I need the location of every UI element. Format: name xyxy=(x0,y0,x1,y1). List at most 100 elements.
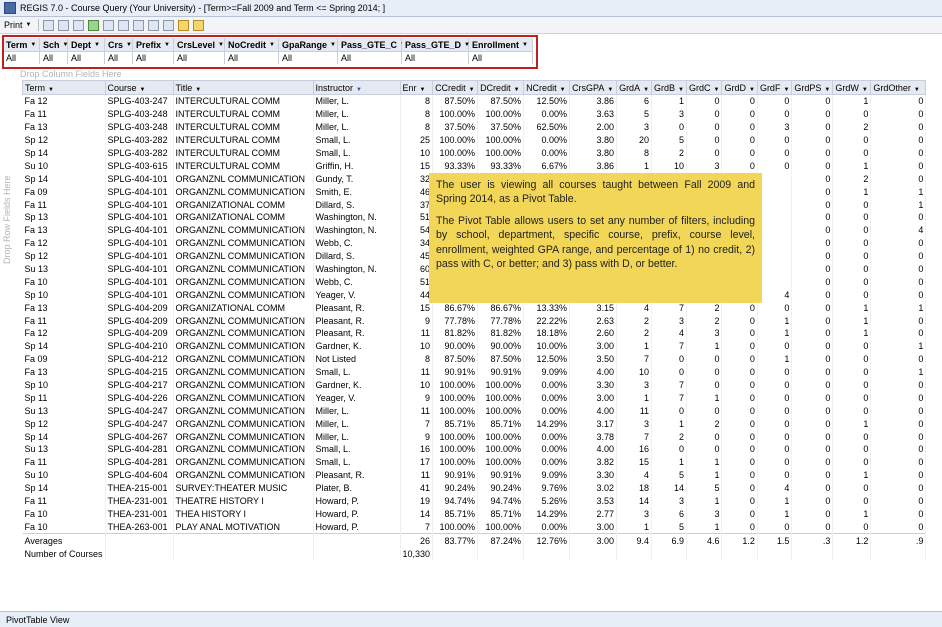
table-cell-grdother[interactable]: 0 xyxy=(870,520,927,534)
table-cell-grdf[interactable] xyxy=(757,249,793,263)
table-cell-instructor[interactable]: Webb, C. xyxy=(313,275,401,289)
table-cell-grda[interactable]: 5 xyxy=(616,107,653,121)
table-cell-grdother[interactable]: 4 xyxy=(870,223,927,237)
table-cell-grdd[interactable]: 0 xyxy=(721,301,758,315)
table-cell-instructor[interactable]: Gardner, K. xyxy=(313,378,401,392)
table-cell-grdf[interactable] xyxy=(757,547,793,561)
table-cell-course[interactable]: SPLG-404-209 xyxy=(105,314,174,328)
table-cell-title[interactable]: INTERCULTURAL COMM xyxy=(173,146,314,160)
table-cell-grdc[interactable]: 3 xyxy=(686,507,723,521)
chevron-down-icon[interactable]: ▼ xyxy=(607,87,613,93)
table-cell-grdps[interactable]: 0 xyxy=(791,133,834,147)
table-cell-grdc[interactable]: 2 xyxy=(686,417,723,431)
table-cell-grdw[interactable]: 0 xyxy=(832,107,872,121)
table-cell-enr[interactable]: 9 xyxy=(400,314,434,328)
table-cell-grdc[interactable]: 0 xyxy=(686,443,723,456)
table-cell-grdps[interactable]: 0 xyxy=(791,404,834,418)
table-cell-grda[interactable]: 3 xyxy=(616,378,653,392)
table-cell-grdps[interactable]: 0 xyxy=(791,443,834,456)
table-cell-crsgpa[interactable]: 2.77 xyxy=(569,507,618,521)
table-cell-term[interactable]: Fa 11 xyxy=(22,107,106,121)
table-cell-grdd[interactable]: 0 xyxy=(721,120,758,134)
table-cell-grda[interactable]: 3 xyxy=(616,417,653,431)
table-cell-enr[interactable]: 46 xyxy=(400,185,434,199)
table-cell-grdd[interactable]: 0 xyxy=(721,133,758,147)
chevron-down-icon[interactable]: ▼ xyxy=(678,87,684,93)
table-cell-grdf[interactable]: 0 xyxy=(757,430,793,444)
table-cell-grdother[interactable]: 0 xyxy=(870,443,927,456)
column-header-dcredit[interactable]: DCredit ▼ xyxy=(477,80,525,95)
table-cell-enr[interactable]: 9 xyxy=(400,391,434,405)
table-cell-ccredit[interactable]: 100.00% xyxy=(432,404,479,418)
table-cell-grdb[interactable]: 3 xyxy=(651,107,687,121)
table-row[interactable]: Fa 13 SPLG-404-209 ORGANIZATIONAL COMM Plea… xyxy=(22,301,927,315)
table-cell-grda[interactable]: 15 xyxy=(616,455,653,469)
table-cell-grdb[interactable]: 3 xyxy=(651,314,687,328)
table-row[interactable]: Fa 11 SPLG-404-209 ORGANZNL COMMUNICATION P… xyxy=(22,314,927,328)
table-cell-grdother[interactable]: 0 xyxy=(870,430,927,444)
table-cell-ncredit[interactable]: 0.00% xyxy=(523,378,571,392)
table-cell-grdother[interactable]: 0 xyxy=(870,172,927,186)
table-cell-grdother[interactable]: 0 xyxy=(870,262,927,276)
table-cell-grdd[interactable]: 0 xyxy=(721,314,758,328)
table-cell-term[interactable]: Fa 13 xyxy=(22,223,106,237)
table-cell-term[interactable]: Sp 12 xyxy=(22,417,106,431)
table-cell-title[interactable]: INTERCULTURAL COMM xyxy=(173,133,314,147)
chevron-down-icon[interactable]: ▼ xyxy=(914,87,920,93)
table-cell-grdb[interactable]: 1 xyxy=(651,455,687,469)
table-cell-title[interactable]: SURVEY:THEATER MUSIC xyxy=(173,481,314,495)
calculated-field-icon[interactable] xyxy=(133,19,145,31)
table-cell-grdf[interactable] xyxy=(757,211,793,224)
table-cell-course[interactable]: SPLG-403-615 xyxy=(105,159,174,173)
table-cell-crsgpa[interactable]: 3.00 xyxy=(569,339,618,353)
table-cell-term[interactable]: Su 13 xyxy=(22,262,106,276)
table-cell-grdw[interactable]: 0 xyxy=(832,249,872,263)
table-cell-grdps[interactable]: 0 xyxy=(791,249,834,263)
table-row[interactable]: Fa 12 SPLG-403-247 INTERCULTURAL COMM Mille… xyxy=(22,94,927,108)
table-row[interactable]: Su 13 SPLG-404-281 ORGANZNL COMMUNICATION S… xyxy=(22,443,927,456)
table-cell-grdother[interactable]: 0 xyxy=(870,159,927,173)
table-cell-term[interactable]: Fa 11 xyxy=(22,494,106,508)
table-cell-term[interactable]: Su 13 xyxy=(22,404,106,418)
table-cell-grdps[interactable]: 0 xyxy=(791,146,834,160)
table-cell-enr[interactable]: 9 xyxy=(400,430,434,444)
table-cell-grdps[interactable]: 0 xyxy=(791,455,834,469)
table-cell-grda[interactable]: 14 xyxy=(616,494,653,508)
table-cell-ncredit[interactable]: 5.26% xyxy=(523,494,571,508)
table-cell-term[interactable]: Fa 10 xyxy=(22,275,106,289)
table-cell-dcredit[interactable]: 100.00% xyxy=(477,430,525,444)
table-cell-instructor[interactable]: Small, L. xyxy=(313,365,401,379)
table-cell-course[interactable]: SPLG-404-101 xyxy=(105,185,174,199)
table-cell-dcredit[interactable]: 85.71% xyxy=(477,417,525,431)
table-cell-grdps[interactable]: 0 xyxy=(791,378,834,392)
table-cell-grdb[interactable]: 5 xyxy=(651,133,687,147)
table-cell-grdb[interactable]: 1 xyxy=(651,417,687,431)
table-cell-crsgpa[interactable]: 3.02 xyxy=(569,481,618,495)
table-cell-ccredit[interactable]: 100.00% xyxy=(432,455,479,469)
table-cell-grdf[interactable]: 0 xyxy=(757,443,793,456)
table-cell-grdother[interactable]: 0 xyxy=(870,327,927,340)
table-cell-enr[interactable]: 26 xyxy=(400,533,434,548)
table-cell-grdps[interactable]: 0 xyxy=(791,327,834,340)
table-cell-instructor[interactable]: Webb, C. xyxy=(313,236,401,250)
printer-icon[interactable] xyxy=(43,19,55,31)
table-row[interactable]: Sp 11 SPLG-404-226 ORGANZNL COMMUNICATION Y… xyxy=(22,391,927,405)
table-cell-title[interactable]: ORGANZNL COMMUNICATION xyxy=(173,249,314,263)
table-cell-enr[interactable]: 41 xyxy=(400,481,434,495)
table-cell-course[interactable]: SPLG-404-101 xyxy=(105,236,174,250)
table-cell-enr[interactable]: 60 xyxy=(400,262,434,276)
table-cell-grdw[interactable]: 0 xyxy=(832,352,872,366)
chevron-down-icon[interactable]: ▼ xyxy=(140,87,146,93)
table-cell-grdw[interactable]: 1 xyxy=(832,507,872,521)
table-cell-course[interactable]: SPLG-404-247 xyxy=(105,417,174,431)
table-cell-enr[interactable]: 32 xyxy=(400,172,434,186)
table-cell-dcredit[interactable] xyxy=(477,547,525,561)
column-header-term[interactable]: Term ▼ xyxy=(22,80,106,95)
table-cell-grdc[interactable]: 1 xyxy=(686,520,723,534)
table-cell-enr[interactable]: 11 xyxy=(400,404,434,418)
table-cell-grdf[interactable]: 0 xyxy=(757,107,793,121)
table-cell-grdc[interactable]: 4.6 xyxy=(686,533,723,548)
table-cell-instructor[interactable]: Pleasant, R. xyxy=(313,468,401,482)
table-cell-ncredit[interactable]: 9.09% xyxy=(523,468,571,482)
table-cell-instructor[interactable] xyxy=(313,533,401,548)
